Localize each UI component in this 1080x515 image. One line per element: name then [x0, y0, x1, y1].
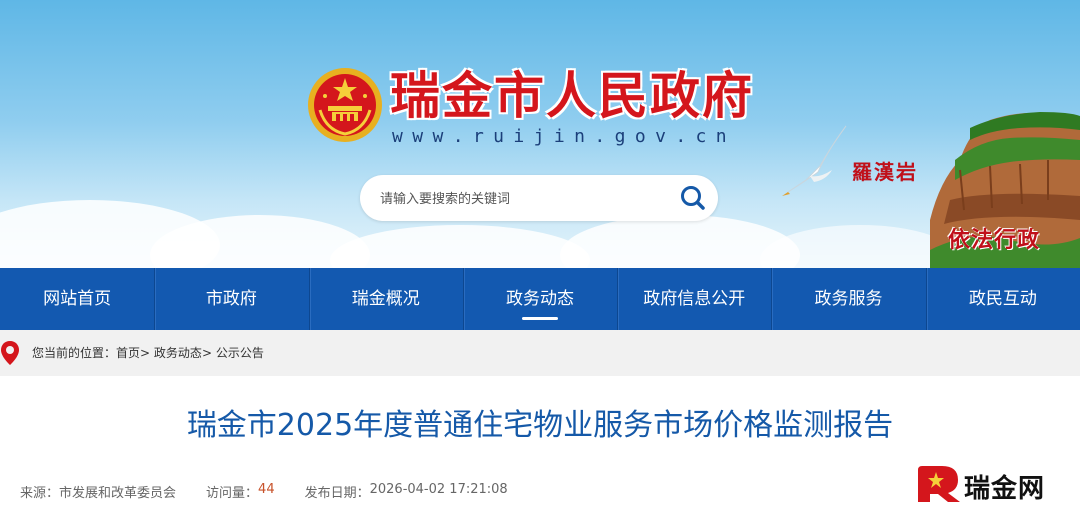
views-count: 44 [258, 482, 275, 497]
banner-tag-rock: 羅漢岩 [852, 160, 918, 184]
breadcrumb-separator: > [140, 346, 151, 360]
nav-item-label: 网站首页 [43, 289, 112, 309]
breadcrumb-separator: > [201, 346, 212, 360]
watermark-text: 瑞金网 [964, 474, 1046, 504]
breadcrumb-home[interactable]: 首页 [116, 330, 140, 376]
nav-item-gov-service[interactable]: 政务服务 [771, 268, 925, 330]
nav-item-label: 政民互动 [968, 289, 1037, 309]
header-banner: 瑞金市人民政府 www.ruijin.gov.cn 羅漢岩 依法行政 [0, 0, 1080, 268]
site-title[interactable]: 瑞金市人民政府 [390, 66, 754, 126]
location-pin-icon [1, 341, 19, 365]
seagull-icon [782, 125, 847, 196]
breadcrumb-announcements[interactable]: 公示公告 [216, 330, 264, 376]
search-input[interactable] [378, 175, 672, 223]
breadcrumb: 您当前的位置： 首页 > 政务动态 > 公示公告 [32, 330, 264, 376]
nav-item-label: 政务动态 [505, 289, 574, 309]
search-box [360, 175, 718, 223]
national-emblem-icon [308, 68, 382, 142]
views-label: 访问量： [206, 486, 259, 501]
nav-item-info-disclosure[interactable]: 政府信息公开 [617, 268, 771, 330]
date-label: 发布日期： [304, 486, 370, 501]
banner-tag-law: 依法行政 [948, 227, 1041, 253]
article-meta: 来源： 市发展和改革委员会 访问量： 44 发布日期： 2026-04-02 1… [20, 482, 508, 501]
cloud-decoration [330, 225, 590, 268]
active-indicator [521, 317, 558, 320]
source-value: 市发展和改革委员会 [59, 486, 177, 501]
nav-item-overview[interactable]: 瑞金概况 [308, 268, 463, 330]
nav-item-label: 政府信息公开 [643, 289, 746, 309]
nav-item-label: 市政府 [205, 289, 257, 309]
nav-item-interaction[interactable]: 政民互动 [925, 268, 1080, 330]
nav-item-label: 政务服务 [814, 289, 883, 309]
breadcrumb-gov-news[interactable]: 政务动态 [154, 330, 202, 376]
article-title: 瑞金市2025年度普通住宅物业服务市场价格监测报告 [186, 408, 894, 443]
site-url: www.ruijin.gov.cn [392, 126, 737, 147]
nav-item-city-gov[interactable]: 市政府 [154, 268, 308, 330]
breadcrumb-prefix: 您当前的位置： [32, 346, 117, 360]
source-label: 来源： [20, 486, 60, 501]
nav-item-home[interactable]: 网站首页 [0, 268, 154, 330]
nav-item-gov-news[interactable]: 政务动态 [462, 268, 617, 330]
publish-date: 2026-04-02 17:21:08 [369, 482, 508, 497]
search-icon[interactable] [678, 183, 708, 213]
main-nav: 网站首页 市政府 瑞金概况 政务动态 政府信息公开 政务服务 政民互动 [0, 268, 1080, 330]
nav-item-label: 瑞金概况 [351, 289, 420, 309]
